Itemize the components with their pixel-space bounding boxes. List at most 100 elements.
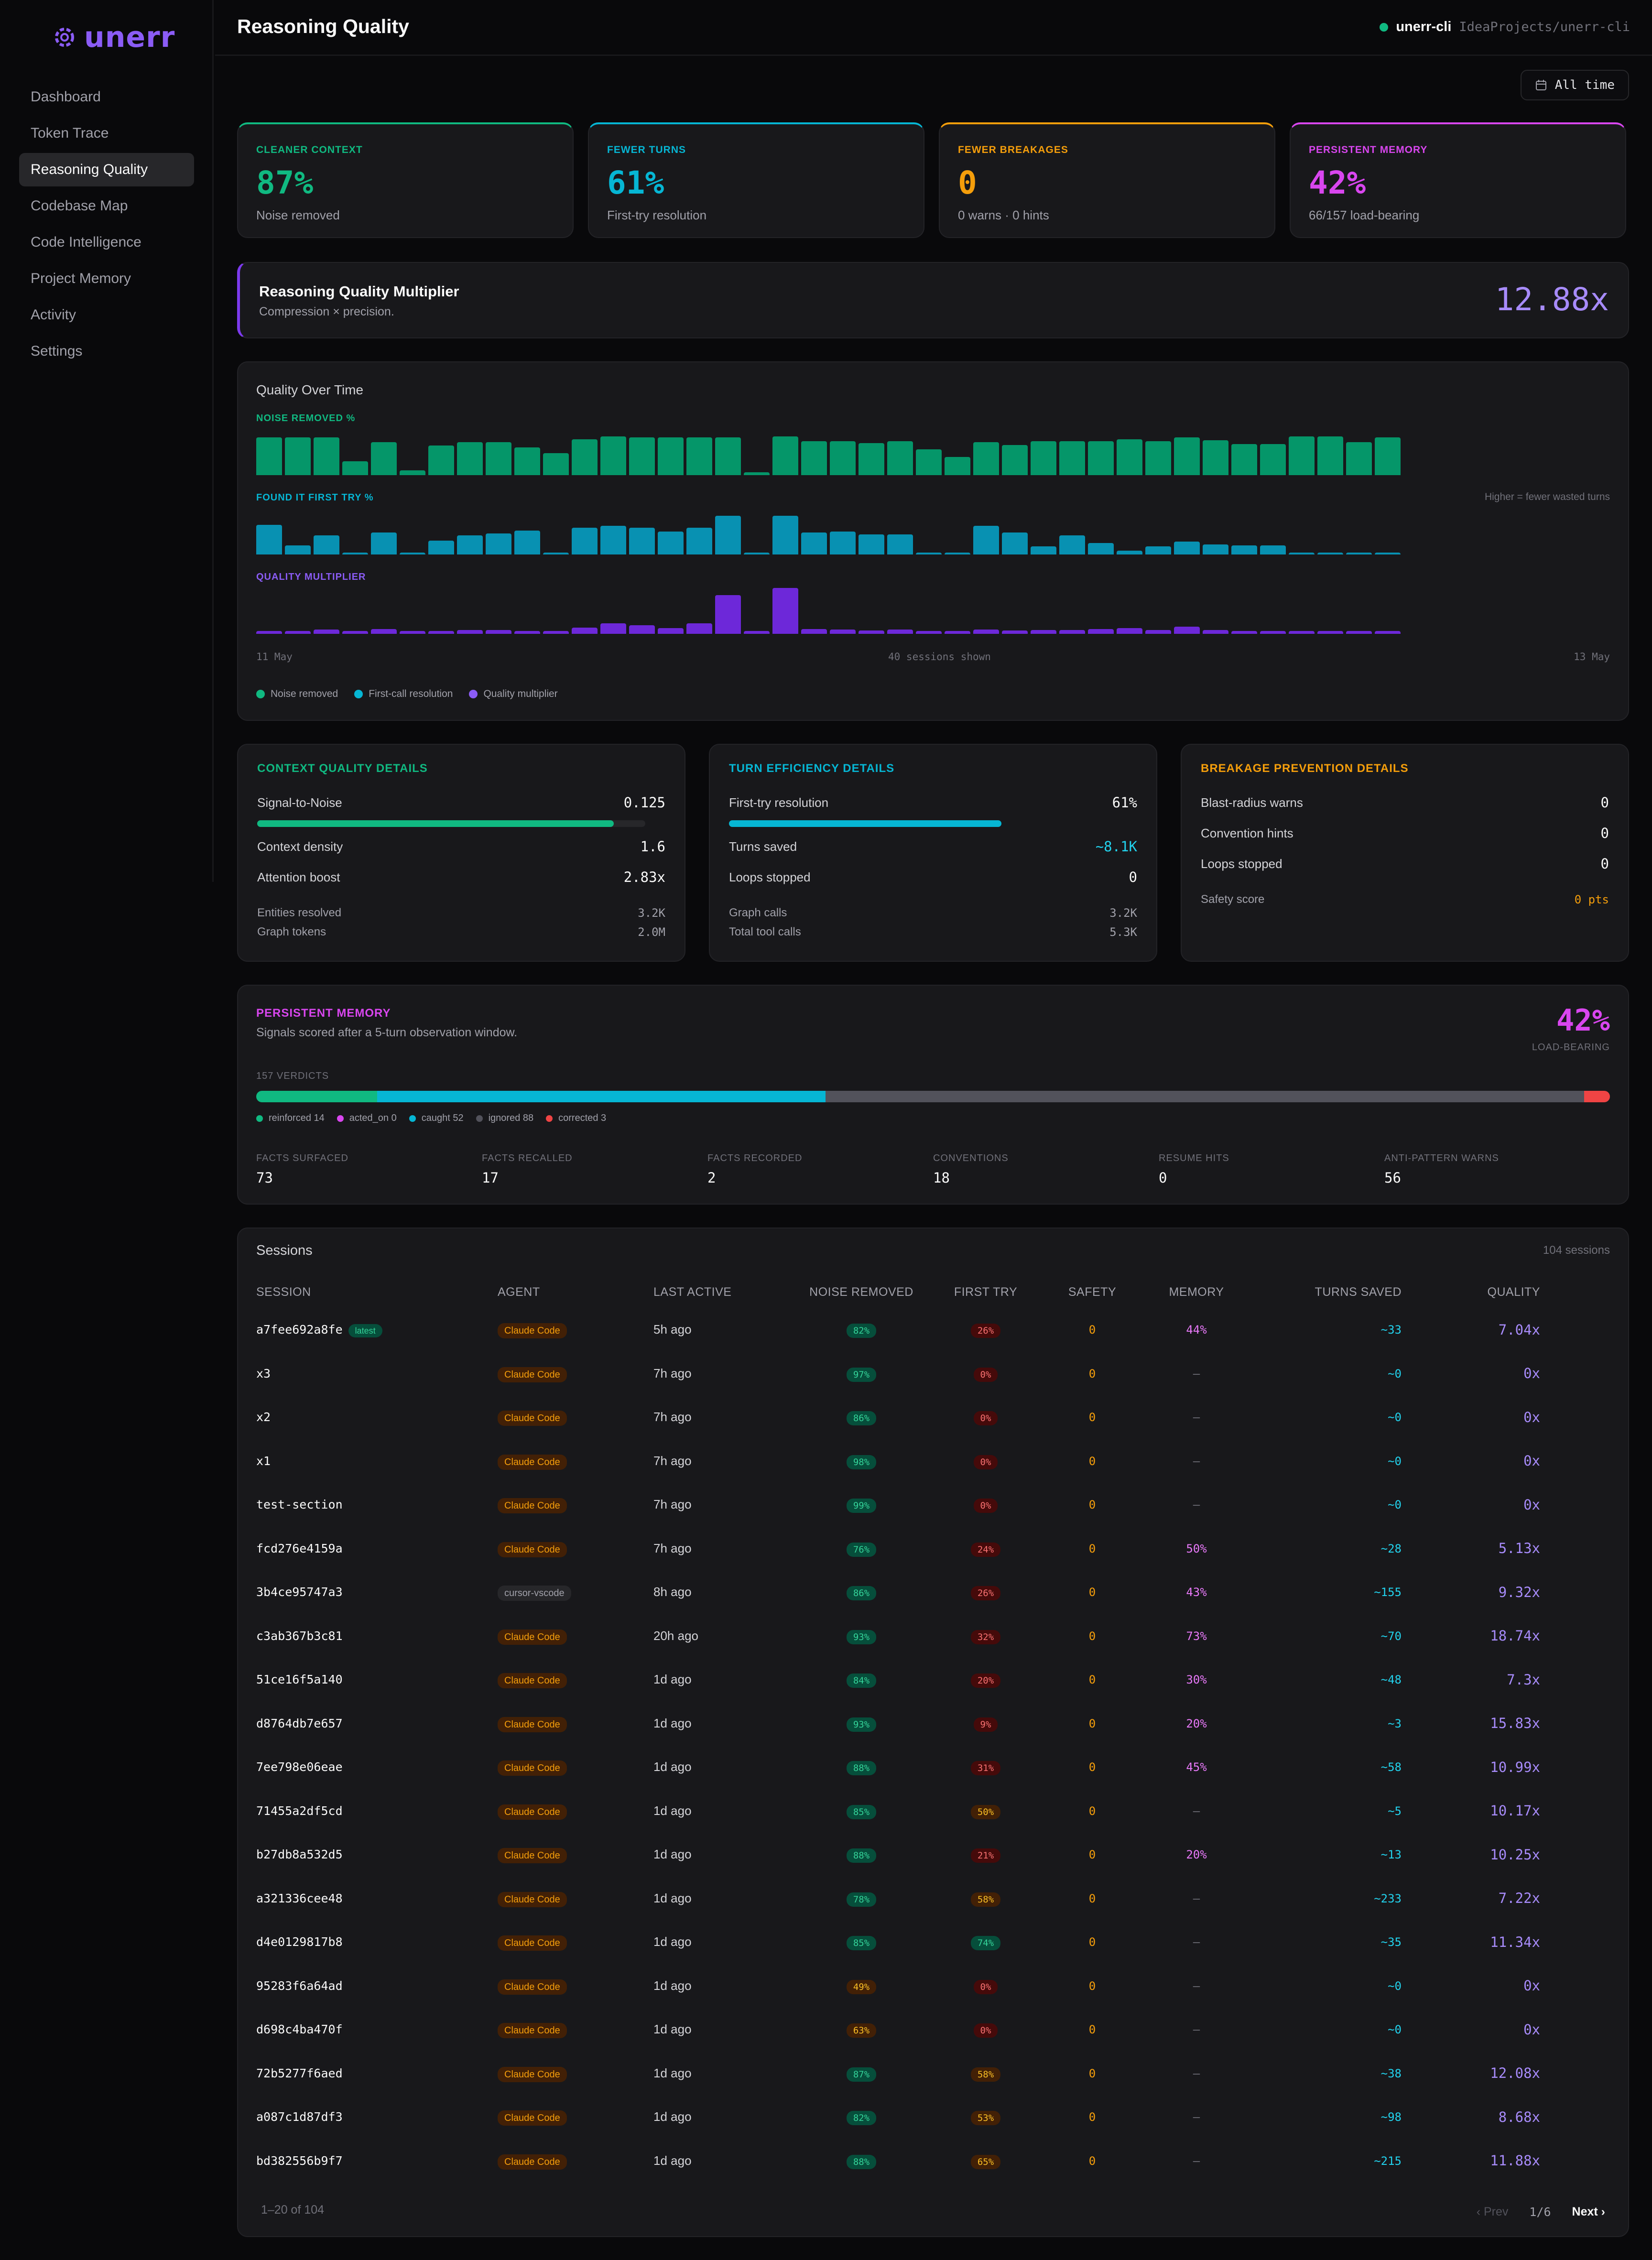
table-row[interactable]: c3ab367b3c81 Claude Code 20h ago 93% 32% 0 73%… — [256, 1614, 1612, 1658]
chart-bar[interactable] — [1031, 441, 1056, 475]
chart-bar[interactable] — [801, 629, 827, 634]
chart-bar[interactable] — [715, 437, 741, 475]
chart-bar[interactable] — [342, 631, 368, 634]
session-id[interactable]: 95283f6a64ad — [256, 1979, 343, 1993]
chart-bar[interactable] — [457, 630, 483, 634]
chart-bar[interactable] — [1203, 544, 1228, 554]
table-row[interactable]: 3b4ce95747a3 cursor-vscode 8h ago 86% 26% 0 43… — [256, 1570, 1612, 1614]
chart-bar[interactable] — [916, 553, 942, 554]
column-header[interactable]: SAFETY — [1045, 1276, 1139, 1308]
chart-bar[interactable] — [371, 629, 397, 634]
chart-bar[interactable] — [1145, 546, 1171, 554]
session-id[interactable]: d8764db7e657 — [256, 1717, 343, 1730]
chart-bar[interactable] — [1174, 627, 1200, 634]
chart-bar[interactable] — [1317, 553, 1343, 554]
chart-bar[interactable] — [887, 630, 913, 634]
table-row[interactable]: d8764db7e657 Claude Code 1d ago 93% 9% 0 20% ~3… — [256, 1702, 1612, 1746]
chart-bar[interactable] — [1231, 444, 1257, 475]
session-id[interactable]: fcd276e4159a — [256, 1542, 343, 1555]
chart-bar[interactable] — [1231, 631, 1257, 634]
chart-bar[interactable] — [285, 631, 311, 634]
table-row[interactable]: bd382556b9f7 Claude Code 1d ago 88% 65% 0 — ~21… — [256, 2139, 1612, 2183]
chart-bar[interactable] — [801, 532, 827, 554]
chart-bar[interactable] — [629, 625, 655, 634]
chart-bar[interactable] — [772, 516, 798, 554]
table-row[interactable]: a087c1d87df3 Claude Code 1d ago 82% 53% 0 — ~98… — [256, 2095, 1612, 2139]
chart-bar[interactable] — [658, 532, 684, 554]
chart-bar[interactable] — [658, 437, 684, 475]
chart-bar[interactable] — [1375, 631, 1401, 634]
nav-dashboard[interactable]: Dashboard — [19, 80, 194, 114]
chart-bar[interactable] — [744, 553, 770, 554]
chart-bar[interactable] — [1174, 437, 1200, 475]
chart-bar[interactable] — [1059, 441, 1085, 475]
chart-bar[interactable] — [859, 534, 884, 554]
session-id[interactable]: 72b5277f6aed — [256, 2066, 343, 2080]
chart-bar[interactable] — [1231, 545, 1257, 554]
column-header[interactable]: FIRST TRY — [926, 1276, 1045, 1308]
chart-bar[interactable] — [1002, 532, 1028, 554]
chart-bar[interactable] — [1117, 439, 1142, 475]
chart-bar[interactable] — [314, 630, 339, 634]
chart-bar[interactable] — [514, 531, 540, 554]
session-id[interactable]: x2 — [256, 1410, 271, 1424]
chart-bar[interactable] — [744, 472, 770, 475]
chart-bar[interactable] — [1059, 630, 1085, 634]
chart-bar[interactable] — [572, 439, 598, 475]
chart-bar[interactable] — [887, 534, 913, 554]
table-row[interactable]: x1 Claude Code 7h ago 98% 0% 0 — ~0 0x — [256, 1439, 1612, 1483]
table-row[interactable]: 72b5277f6aed Claude Code 1d ago 87% 58% 0 — ~38… — [256, 2052, 1612, 2096]
chart-bar[interactable] — [1346, 631, 1372, 634]
chart-bar[interactable] — [1088, 543, 1114, 554]
chart-bar[interactable] — [371, 442, 397, 475]
chart-bar[interactable] — [1031, 546, 1056, 554]
chart-bar[interactable] — [945, 457, 970, 475]
chart-bar[interactable] — [801, 441, 827, 475]
chart-bar[interactable] — [1088, 629, 1114, 634]
prev-page-button[interactable]: ‹ Prev — [1477, 2205, 1509, 2219]
chart-bar[interactable] — [600, 526, 626, 554]
column-header[interactable]: SESSION — [256, 1276, 498, 1308]
chart-bar[interactable] — [1289, 631, 1315, 634]
chart-bar[interactable] — [1145, 630, 1171, 634]
chart-bar[interactable] — [600, 436, 626, 475]
chart-bar[interactable] — [543, 453, 569, 475]
session-id[interactable]: bd382556b9f7 — [256, 2154, 343, 2168]
column-header[interactable]: TURNS SAVED — [1254, 1276, 1416, 1308]
nav-reasoning-quality[interactable]: Reasoning Quality — [19, 153, 194, 186]
nav-project-memory[interactable]: Project Memory — [19, 262, 194, 295]
table-row[interactable]: d698c4ba470f Claude Code 1d ago 63% 0% 0 — ~0 0x — [256, 2008, 1612, 2052]
session-id[interactable]: c3ab367b3c81 — [256, 1629, 343, 1643]
chart-bar[interactable] — [543, 553, 569, 554]
chart-bar[interactable] — [715, 516, 741, 554]
session-id[interactable]: a087c1d87df3 — [256, 2110, 343, 2124]
chart-bar[interactable] — [400, 631, 425, 634]
chart-bar[interactable] — [1289, 553, 1315, 554]
chart-bar[interactable] — [1002, 445, 1028, 475]
chart-bar[interactable] — [772, 588, 798, 634]
chart-bar[interactable] — [400, 553, 425, 554]
chart-bar[interactable] — [686, 437, 712, 475]
session-id[interactable]: b27db8a532d5 — [256, 1847, 343, 1861]
chart-bar[interactable] — [830, 441, 856, 475]
chart-bar[interactable] — [371, 532, 397, 554]
session-id[interactable]: a321336cee48 — [256, 1891, 343, 1905]
chart-bar[interactable] — [916, 449, 942, 475]
chart-bar[interactable] — [887, 441, 913, 475]
chart-bar[interactable] — [543, 631, 569, 634]
session-id[interactable]: a7fee692a8fe — [256, 1323, 343, 1336]
chart-bar[interactable] — [1203, 440, 1228, 475]
chart-bar[interactable] — [285, 545, 311, 554]
session-id[interactable]: d698c4ba470f — [256, 2022, 343, 2036]
session-id[interactable]: 3b4ce95747a3 — [256, 1585, 343, 1599]
chart-bar[interactable] — [342, 553, 368, 554]
chart-bar[interactable] — [973, 442, 999, 475]
table-row[interactable]: x3 Claude Code 7h ago 97% 0% 0 — ~0 0x — [256, 1352, 1612, 1396]
chart-bar[interactable] — [514, 447, 540, 475]
chart-bar[interactable] — [830, 532, 856, 554]
chart-bar[interactable] — [256, 437, 282, 475]
chart-bar[interactable] — [772, 436, 798, 475]
table-row[interactable]: b27db8a532d5 Claude Code 1d ago 88% 21% 0 20% ~… — [256, 1833, 1612, 1877]
chart-bar[interactable] — [1289, 436, 1315, 475]
chart-bar[interactable] — [1375, 437, 1401, 475]
